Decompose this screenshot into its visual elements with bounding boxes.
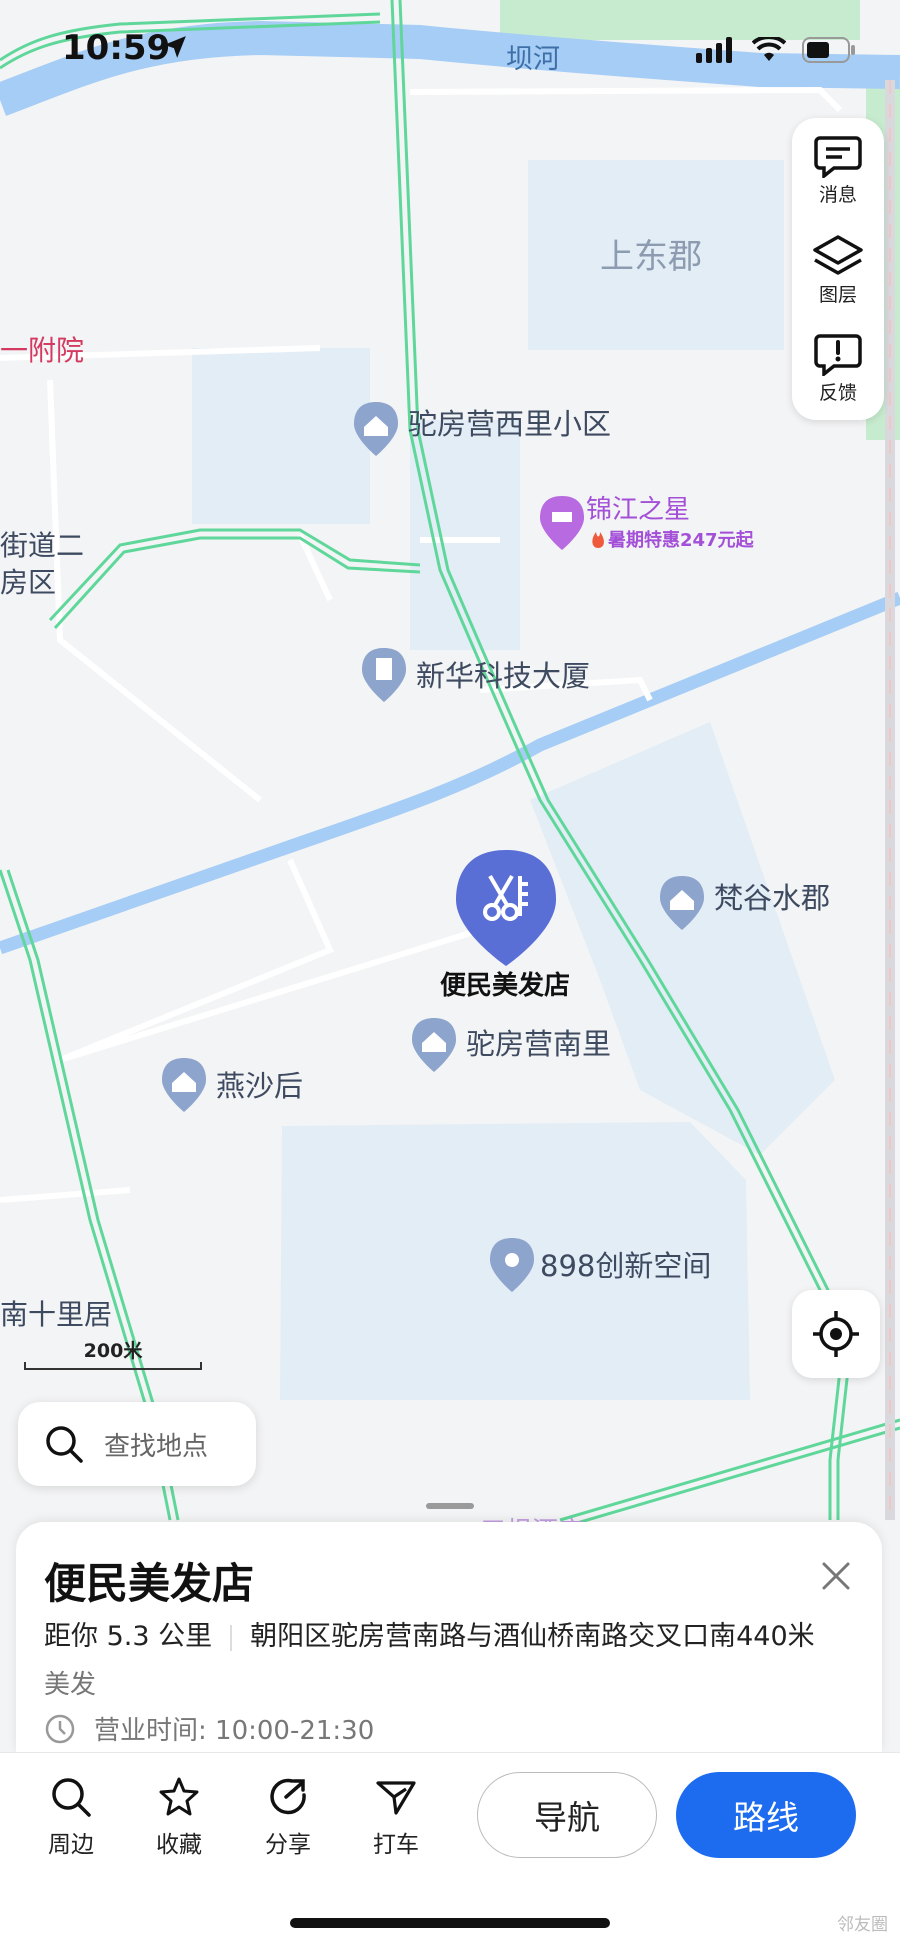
place-distance-address: 距你 5.3 公里 朝阳区驼房营南路与酒仙桥南路交叉口南440米 — [44, 1614, 815, 1653]
share-icon — [270, 1778, 306, 1815]
poi-label: 驼房营西里小区 — [408, 407, 611, 441]
status-time: 10:59 — [62, 28, 171, 68]
area-label-shangdongjun: 上东郡 — [600, 237, 702, 277]
separator — [230, 1624, 233, 1651]
feedback-label: 反馈 — [818, 381, 857, 404]
scale-label: 200米 — [83, 1340, 143, 1362]
locate-me-button[interactable] — [792, 1290, 880, 1378]
map-scale: 200米 — [22, 1336, 204, 1376]
place-detail-card: 便民美发店 距你 5.3 公里 朝阳区驼房营南路与酒仙桥南路交叉口南440米 美发… — [16, 1522, 882, 1752]
scale-bar — [24, 1362, 202, 1370]
feedback-icon — [814, 333, 862, 376]
place-category: 美发 — [44, 1670, 97, 1700]
favorite-button[interactable]: 收藏 — [134, 1775, 224, 1859]
selected-marker-label: 便民美发店 — [440, 970, 570, 1001]
place-address: 朝阳区驼房营南路与酒仙桥南路交叉口南440米 — [250, 1621, 815, 1652]
message-icon — [814, 135, 862, 178]
area-label-nanshiliju: 南十里居 — [0, 1298, 112, 1331]
hotel-name: 锦江之星 — [586, 495, 690, 525]
layers-button[interactable]: 图层 — [792, 222, 884, 318]
search-placeholder: 查找地点 — [104, 1431, 209, 1462]
map-tools-panel: 消息 图层 反馈 — [792, 118, 884, 420]
search-box[interactable]: 查找地点 — [18, 1402, 256, 1486]
pin-dot — [505, 1253, 519, 1267]
navigate-button[interactable]: 导航 — [477, 1772, 657, 1858]
taxi-arrow-icon — [376, 1781, 416, 1815]
place-distance: 距你 5.3 公里 — [44, 1621, 213, 1652]
taxi-label: 打车 — [373, 1832, 419, 1858]
area-label-yifuyuan: 一附院 — [0, 334, 84, 367]
block-area — [192, 348, 370, 524]
status-bar: 10:59 — [0, 0, 900, 100]
messages-button[interactable]: 消息 — [792, 122, 884, 218]
poi-label: 梵谷水郡 — [714, 881, 830, 915]
clock-icon — [45, 1714, 75, 1743]
taxi-button[interactable]: 打车 — [351, 1775, 441, 1859]
building-glyph — [376, 658, 392, 680]
block-area — [410, 420, 520, 650]
place-title: 便民美发店 — [44, 1559, 255, 1608]
location-arrow-icon — [164, 36, 186, 58]
crosshair-icon — [813, 1311, 859, 1357]
search-icon — [46, 1426, 83, 1463]
nearby-button[interactable]: 周边 — [26, 1775, 116, 1859]
nearby-label: 周边 — [48, 1832, 94, 1858]
star-icon — [159, 1777, 199, 1816]
poi-label: 驼房营南里 — [466, 1027, 611, 1061]
close-icon[interactable] — [816, 1556, 856, 1596]
bed-glyph — [552, 512, 572, 522]
home-indicator — [290, 1918, 610, 1928]
wifi-icon — [752, 37, 786, 61]
area-label-jiedao: 街道二 — [0, 529, 84, 562]
share-button[interactable]: 分享 — [243, 1775, 333, 1859]
messages-label: 消息 — [818, 183, 857, 206]
area-label-jiedao-2: 房区 — [0, 566, 56, 599]
battery-icon — [802, 37, 855, 63]
place-hours: 营业时间: 10:00-21:30 — [94, 1716, 375, 1746]
poi-label: 燕沙后 — [216, 1069, 303, 1103]
place-hours-row: 营业时间: 10:00-21:30 — [44, 1710, 374, 1747]
layers-icon — [813, 234, 863, 275]
favorite-label: 收藏 — [156, 1832, 202, 1858]
layers-label: 图层 — [818, 283, 857, 306]
route-button[interactable]: 路线 — [676, 1772, 856, 1858]
status-icons — [696, 32, 856, 68]
search-icon — [52, 1778, 91, 1817]
hotel-promo: 暑期特惠247元起 — [608, 529, 755, 551]
poi-label: 新华科技大厦 — [416, 659, 590, 693]
share-label: 分享 — [265, 1832, 311, 1858]
poi-label: 898创新空间 — [540, 1249, 711, 1283]
feedback-button[interactable]: 反馈 — [792, 320, 884, 416]
cellular-signal-icon — [696, 37, 732, 63]
watermark: 邻友圈 — [837, 1915, 888, 1935]
sheet-drag-handle[interactable] — [426, 1503, 474, 1509]
